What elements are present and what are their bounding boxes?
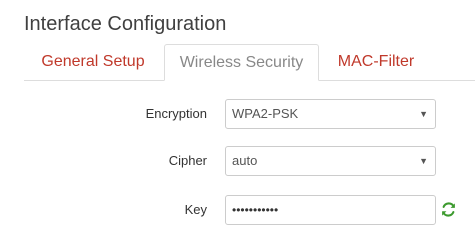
- key-row: Key: [0, 195, 475, 225]
- tab-bar: General Setup Wireless Security MAC-Filt…: [24, 44, 475, 81]
- chevron-down-icon: ▼: [419, 156, 428, 166]
- tab-mac-filter[interactable]: MAC-Filter: [321, 44, 431, 80]
- encryption-label: Encryption: [145, 106, 207, 121]
- encryption-value: WPA2-PSK: [232, 106, 299, 121]
- page-title: Interface Configuration: [24, 13, 227, 35]
- interface-configuration-page: Interface Configuration General Setup Wi…: [0, 0, 475, 244]
- cipher-row: Cipher auto ▼: [0, 146, 475, 176]
- encryption-row: Encryption WPA2-PSK ▼: [0, 99, 475, 129]
- cipher-label: Cipher: [168, 153, 207, 168]
- tab-general-setup[interactable]: General Setup: [24, 44, 162, 80]
- chevron-down-icon: ▼: [419, 109, 428, 119]
- cipher-value: auto: [232, 153, 258, 168]
- tab-wireless-security[interactable]: Wireless Security: [164, 44, 319, 81]
- key-field[interactable]: [225, 195, 436, 225]
- key-label: Key: [184, 202, 207, 217]
- cipher-select[interactable]: auto ▼: [225, 146, 436, 176]
- refresh-icon[interactable]: [441, 202, 456, 217]
- encryption-select[interactable]: WPA2-PSK ▼: [225, 99, 436, 129]
